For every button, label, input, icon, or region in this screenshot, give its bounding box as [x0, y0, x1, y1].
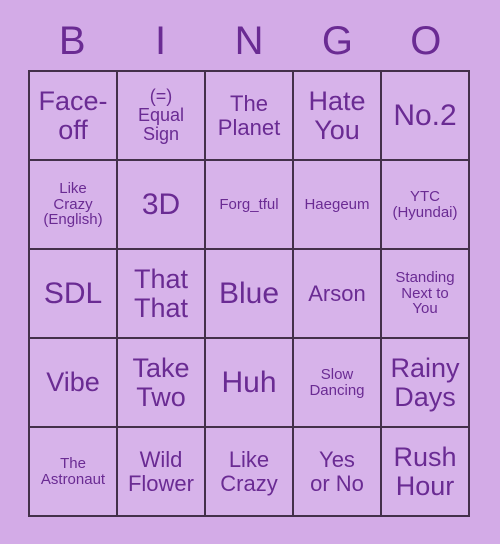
bingo-cell-o5[interactable]: Rush Hour	[382, 428, 470, 517]
bingo-cell-i1[interactable]: (=) Equal Sign	[118, 72, 206, 161]
header-letter-b: B	[58, 19, 86, 63]
bingo-cell-label: Like Crazy	[220, 447, 278, 496]
bingo-cell-g4[interactable]: Slow Dancing	[294, 339, 382, 428]
bingo-cell-label: Standing Next to You	[395, 268, 455, 318]
bingo-cell-label: The Astronaut	[40, 454, 106, 488]
bingo-cell-label: Slow Dancing	[309, 365, 365, 399]
bingo-cell-i2[interactable]: 3D	[118, 161, 206, 250]
bingo-cell-g3[interactable]: Arson	[294, 250, 382, 339]
header-letter-g: G	[321, 19, 353, 63]
bingo-cell-label: Face- off	[38, 85, 108, 145]
bingo-cell-label: Wild Flower	[127, 447, 194, 496]
bingo-cell-label: Forg_tful	[219, 195, 279, 213]
bingo-cell-i4[interactable]: Take Two	[118, 339, 206, 428]
bingo-cell-label: Vibe	[46, 367, 100, 398]
bingo-cell-label: SDL	[43, 276, 103, 310]
bingo-cell-label: Rainy Days	[390, 352, 460, 412]
bingo-cell-o1[interactable]: No.2	[382, 72, 470, 161]
bingo-cell-label: That That	[133, 263, 189, 323]
bingo-cell-label: (=) Equal Sign	[137, 85, 185, 145]
bingo-header: B I N G O	[28, 14, 470, 68]
bingo-cell-label: 3D	[141, 187, 181, 221]
bingo-cell-n2[interactable]: Forg_tful	[206, 161, 294, 250]
bingo-cell-b5[interactable]: The Astronaut	[30, 428, 118, 517]
bingo-grid: Face- off (=) Equal Sign The Planet Hate Yo…	[28, 70, 470, 517]
bingo-cell-label: Arson	[308, 280, 366, 306]
bingo-cell-label: Blue	[218, 276, 280, 310]
bingo-cell-label: Hate You	[308, 85, 366, 145]
bingo-cell-label: The Planet	[217, 91, 281, 140]
bingo-cell-b1[interactable]: Face- off	[30, 72, 118, 161]
bingo-cell-label: Like Crazy (English)	[43, 179, 103, 229]
bingo-cell-o4[interactable]: Rainy Days	[382, 339, 470, 428]
bingo-cell-i3[interactable]: That That	[118, 250, 206, 339]
header-letter-o: O	[410, 19, 442, 63]
bingo-cell-n3[interactable]: Blue	[206, 250, 294, 339]
bingo-cell-n4[interactable]: Huh	[206, 339, 294, 428]
bingo-cell-b2[interactable]: Like Crazy (English)	[30, 161, 118, 250]
bingo-cell-label: Haegeum	[304, 195, 370, 213]
bingo-cell-label: Take Two	[132, 352, 190, 412]
bingo-cell-g2[interactable]: Haegeum	[294, 161, 382, 250]
bingo-cell-n5[interactable]: Like Crazy	[206, 428, 294, 517]
bingo-cell-n1[interactable]: The Planet	[206, 72, 294, 161]
header-letter-n: N	[234, 19, 264, 63]
bingo-cell-label: No.2	[393, 98, 457, 132]
bingo-cell-label: Yes or No	[310, 447, 364, 496]
bingo-cell-o3[interactable]: Standing Next to You	[382, 250, 470, 339]
bingo-cell-label: YTC (Hyundai)	[392, 187, 458, 221]
bingo-cell-o2[interactable]: YTC (Hyundai)	[382, 161, 470, 250]
header-letter-i: I	[155, 19, 167, 63]
bingo-cell-label: Rush Hour	[393, 441, 457, 501]
bingo-cell-b4[interactable]: Vibe	[30, 339, 118, 428]
bingo-card: B I N G O Face- off (=) Equal Sign The Pla…	[0, 0, 500, 544]
bingo-cell-g1[interactable]: Hate You	[294, 72, 382, 161]
bingo-cell-label: Huh	[221, 365, 277, 399]
bingo-cell-b3[interactable]: SDL	[30, 250, 118, 339]
bingo-cell-g5[interactable]: Yes or No	[294, 428, 382, 517]
bingo-cell-i5[interactable]: Wild Flower	[118, 428, 206, 517]
